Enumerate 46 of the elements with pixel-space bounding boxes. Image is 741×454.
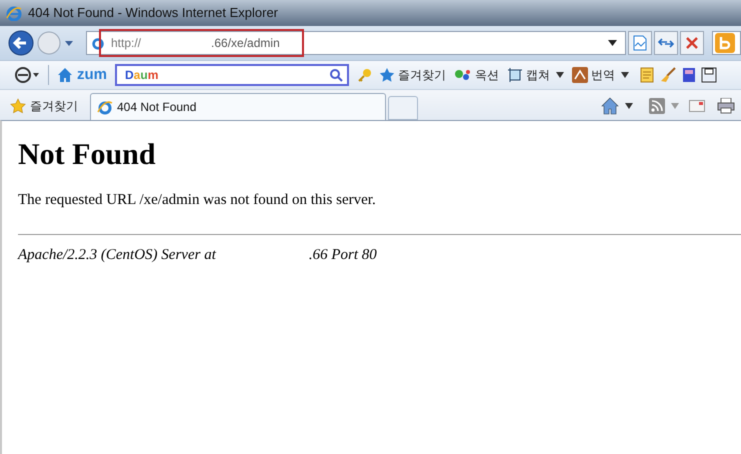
error-message: The requested URL /xe/admin was not found on this server. <box>18 191 377 210</box>
home-icon[interactable] <box>57 67 73 83</box>
broom-icon[interactable] <box>659 66 677 84</box>
bing-logo-icon <box>715 33 735 53</box>
search-field[interactable]: Daum <box>115 64 349 86</box>
home-icon[interactable] <box>601 97 619 115</box>
note-icon[interactable] <box>639 67 655 83</box>
page-icon <box>91 36 105 50</box>
toolbar-button-label[interactable]: 번역 <box>591 66 615 84</box>
book-icon[interactable] <box>681 67 697 83</box>
save-icon[interactable] <box>701 67 717 83</box>
url-text: http:// <box>111 35 142 52</box>
dots-icon <box>454 68 472 82</box>
dropdown-icon[interactable] <box>625 103 633 109</box>
server-signature: .66 Port 80 <box>308 246 377 264</box>
translate-icon <box>572 67 588 83</box>
ie-logo-icon <box>6 5 22 21</box>
stop-icon[interactable] <box>680 31 704 55</box>
feed-icon[interactable] <box>649 98 665 114</box>
star-icon <box>379 67 395 83</box>
print-icon[interactable] <box>717 98 735 114</box>
address-field[interactable]: http:// .66/xe/admin <box>86 31 626 55</box>
dropdown-icon[interactable] <box>556 72 564 78</box>
url-text: .66/xe/admin <box>211 35 280 52</box>
mail-icon[interactable] <box>689 100 705 112</box>
crop-icon <box>507 67 523 83</box>
search-field[interactable] <box>712 31 741 55</box>
browser-tab[interactable]: 404 Not Found <box>90 93 386 120</box>
key-icon[interactable] <box>357 67 373 83</box>
favorites-link[interactable]: 즐겨찾기 <box>30 97 78 115</box>
history-dropdown-icon[interactable] <box>64 39 74 47</box>
page-heading: Not Found <box>18 137 157 173</box>
star-icon <box>10 98 26 114</box>
zum-logo[interactable]: zum <box>77 64 107 86</box>
toolbar-button-label[interactable]: 즐겨찾기 <box>398 66 446 84</box>
refresh-icon[interactable] <box>654 31 678 55</box>
server-signature: Apache/2.2.3 (CentOS) Server at <box>18 246 216 264</box>
dropdown-icon[interactable] <box>608 40 617 46</box>
toolbar-button-label[interactable]: 캡쳐 <box>526 66 550 84</box>
ie-logo-icon <box>97 99 113 115</box>
search-icon[interactable] <box>329 68 343 82</box>
window-title: 404 Not Found - Windows Internet Explorer <box>28 4 278 22</box>
back-button[interactable] <box>8 30 34 56</box>
dropdown-icon[interactable] <box>621 72 629 78</box>
toolbar-button-label[interactable]: 옥션 <box>475 66 499 84</box>
daum-logo: Daum <box>125 67 158 84</box>
